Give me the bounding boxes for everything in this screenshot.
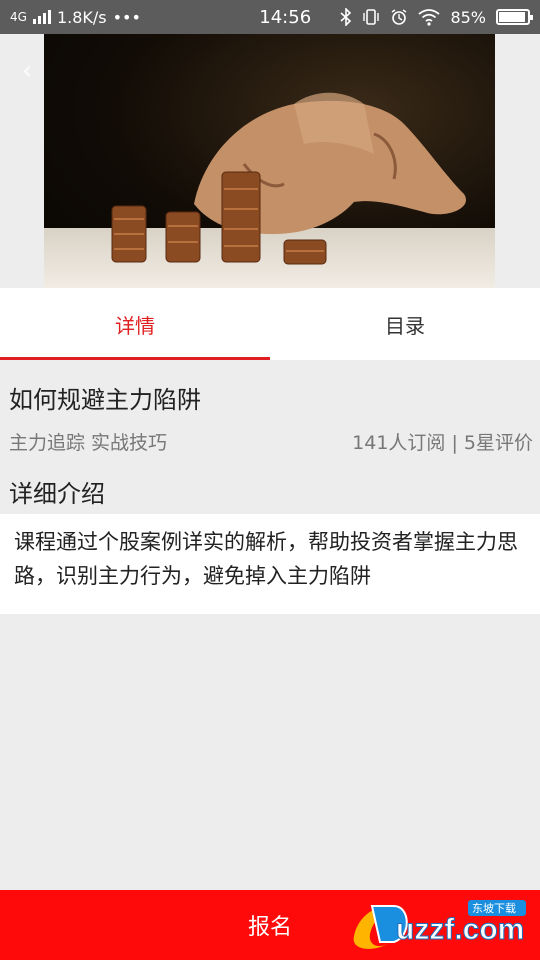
signup-button[interactable]: 报名 uzzf.com 东坡下载	[0, 890, 540, 960]
details-description: 课程通过个股案例详实的解析，帮助投资者掌握主力思路，识别主力行为，避免掉入主力陷…	[0, 514, 540, 614]
vibrate-icon	[363, 9, 380, 25]
chevron-left-icon: ‹	[22, 56, 33, 86]
battery-icon	[496, 9, 533, 25]
status-right: 85%	[340, 7, 533, 27]
tab-details[interactable]: 详情	[0, 288, 270, 360]
uzzf-watermark-logo: uzzf.com 东坡下载	[353, 900, 526, 949]
course-title: 如何规避主力陷阱	[9, 386, 201, 414]
details-heading: 详细介绍	[9, 480, 105, 508]
signal-icon	[32, 10, 51, 24]
network-speed: 1.8K/s	[56, 7, 107, 27]
course-banner: ‹	[0, 34, 540, 288]
svg-text:uzzf.com: uzzf.com	[396, 913, 524, 946]
status-left: 4G 1.8K/s •••	[10, 8, 200, 27]
course-stats: 141人订阅 | 5星评价	[352, 432, 533, 454]
coins-hand-illustration	[111, 92, 466, 265]
banner-image	[44, 34, 495, 288]
alarm-icon	[392, 9, 407, 25]
course-tags: 主力追踪 实战技巧	[9, 432, 168, 454]
course-meta: 主力追踪 实战技巧 141人订阅 | 5星评价	[9, 428, 533, 455]
status-bar: 4G 1.8K/s ••• 14:56 85%	[0, 0, 540, 34]
svg-text:东坡下载: 东坡下载	[472, 902, 516, 915]
wifi-icon	[418, 9, 440, 26]
bluetooth-icon	[340, 8, 352, 26]
back-button[interactable]: ‹	[22, 56, 32, 86]
network-type: 4G	[10, 10, 27, 24]
battery-percent: 85%	[450, 7, 486, 27]
more-dots: •••	[112, 7, 141, 27]
status-time: 14:56	[259, 6, 312, 28]
tab-bar: 详情 目录	[0, 288, 540, 360]
signup-label: 报名	[247, 915, 292, 940]
tab-catalog[interactable]: 目录	[270, 288, 540, 360]
